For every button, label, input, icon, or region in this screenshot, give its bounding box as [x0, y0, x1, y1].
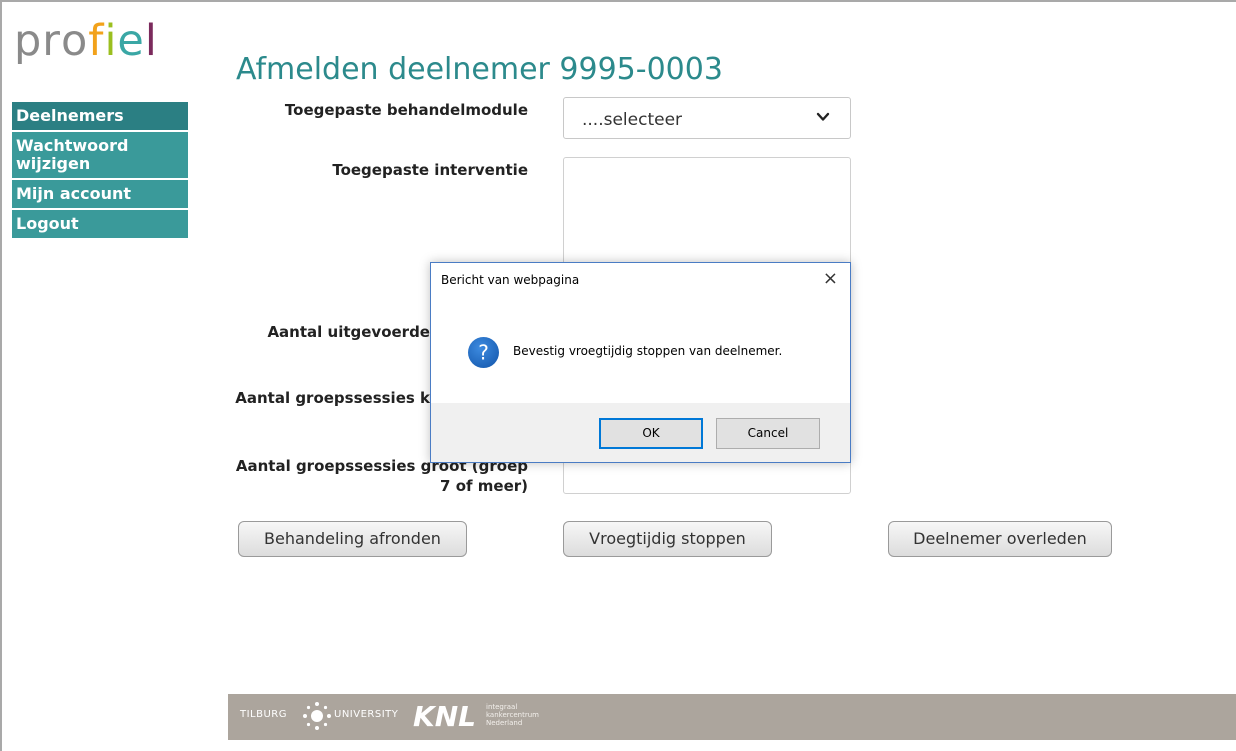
logo-letter: f [88, 16, 105, 66]
module-label: Toegepaste behandelmodule [284, 101, 528, 119]
confirm-dialog: Bericht van webpagina × ? Bevestig vroeg… [430, 262, 851, 463]
page-title: Afmelden deelnemer 9995-0003 [236, 52, 723, 87]
aantal-groot-label-line2: 7 of meer) [440, 477, 528, 495]
university-text: UNIVERSITY [334, 709, 399, 720]
close-icon[interactable]: × [823, 269, 838, 289]
ok-button[interactable]: OK [599, 418, 703, 449]
deelnemer-overleden-button[interactable]: Deelnemer overleden [888, 521, 1112, 557]
logo-letter: l [144, 16, 158, 66]
logo-letter: o [60, 16, 89, 66]
behandeling-afronden-button[interactable]: Behandeling afronden [238, 521, 467, 557]
sidebar-item-deelnemers[interactable]: Deelnemers [12, 102, 188, 132]
knl-sub-line1: integraal [486, 703, 518, 711]
vroegtijdig-stoppen-button[interactable]: Vroegtijdig stoppen [563, 521, 772, 557]
tilburg-university-logo-icon [303, 702, 331, 730]
logo-letter: i [104, 16, 118, 66]
question-icon: ? [468, 337, 499, 368]
knl-sub-line3: Nederland [486, 719, 523, 727]
profiel-logo: profiel [14, 20, 158, 63]
intervention-label: Toegepaste interventie [332, 161, 528, 179]
sidebar-nav: Deelnemers Wachtwoord wijzigen Mijn acco… [12, 102, 188, 240]
dialog-message: Bevestig vroegtijdig stoppen van deelnem… [513, 344, 783, 358]
knl-logo-text: KNL [413, 700, 476, 733]
svg-text:?: ? [478, 341, 489, 365]
aantal-klein-label: Aantal groepssessies k [235, 389, 430, 407]
sidebar-item-wachtwoord-wijzigen[interactable]: Wachtwoord wijzigen [12, 132, 188, 180]
dialog-title: Bericht van webpagina [441, 273, 580, 287]
logo-letter: e [117, 16, 145, 66]
chevron-down-icon [816, 112, 830, 121]
logo-letter: p [14, 16, 43, 66]
knl-subtitle: integraal kankercentrum Nederland [486, 703, 539, 727]
browser-frame-top [0, 0, 1236, 11]
sidebar-item-logout[interactable]: Logout [12, 210, 188, 240]
behandelmodule-select[interactable]: ....selecteer [563, 97, 851, 139]
tilburg-text: TILBURG [240, 709, 288, 720]
knl-sub-line2: kankercentrum [486, 711, 539, 719]
select-value: ....selecteer [582, 110, 683, 130]
logo-letter: r [42, 16, 61, 66]
footer: TILBURG UNIVERSITY KNL integraal kankerc… [228, 694, 1236, 740]
intervention-textarea[interactable] [563, 157, 851, 272]
cancel-button[interactable]: Cancel [716, 418, 820, 449]
aantal-uitgevoerde-label: Aantal uitgevoerde [267, 323, 430, 341]
sidebar-item-mijn-account[interactable]: Mijn account [12, 180, 188, 210]
browser-frame-left [0, 0, 10, 751]
